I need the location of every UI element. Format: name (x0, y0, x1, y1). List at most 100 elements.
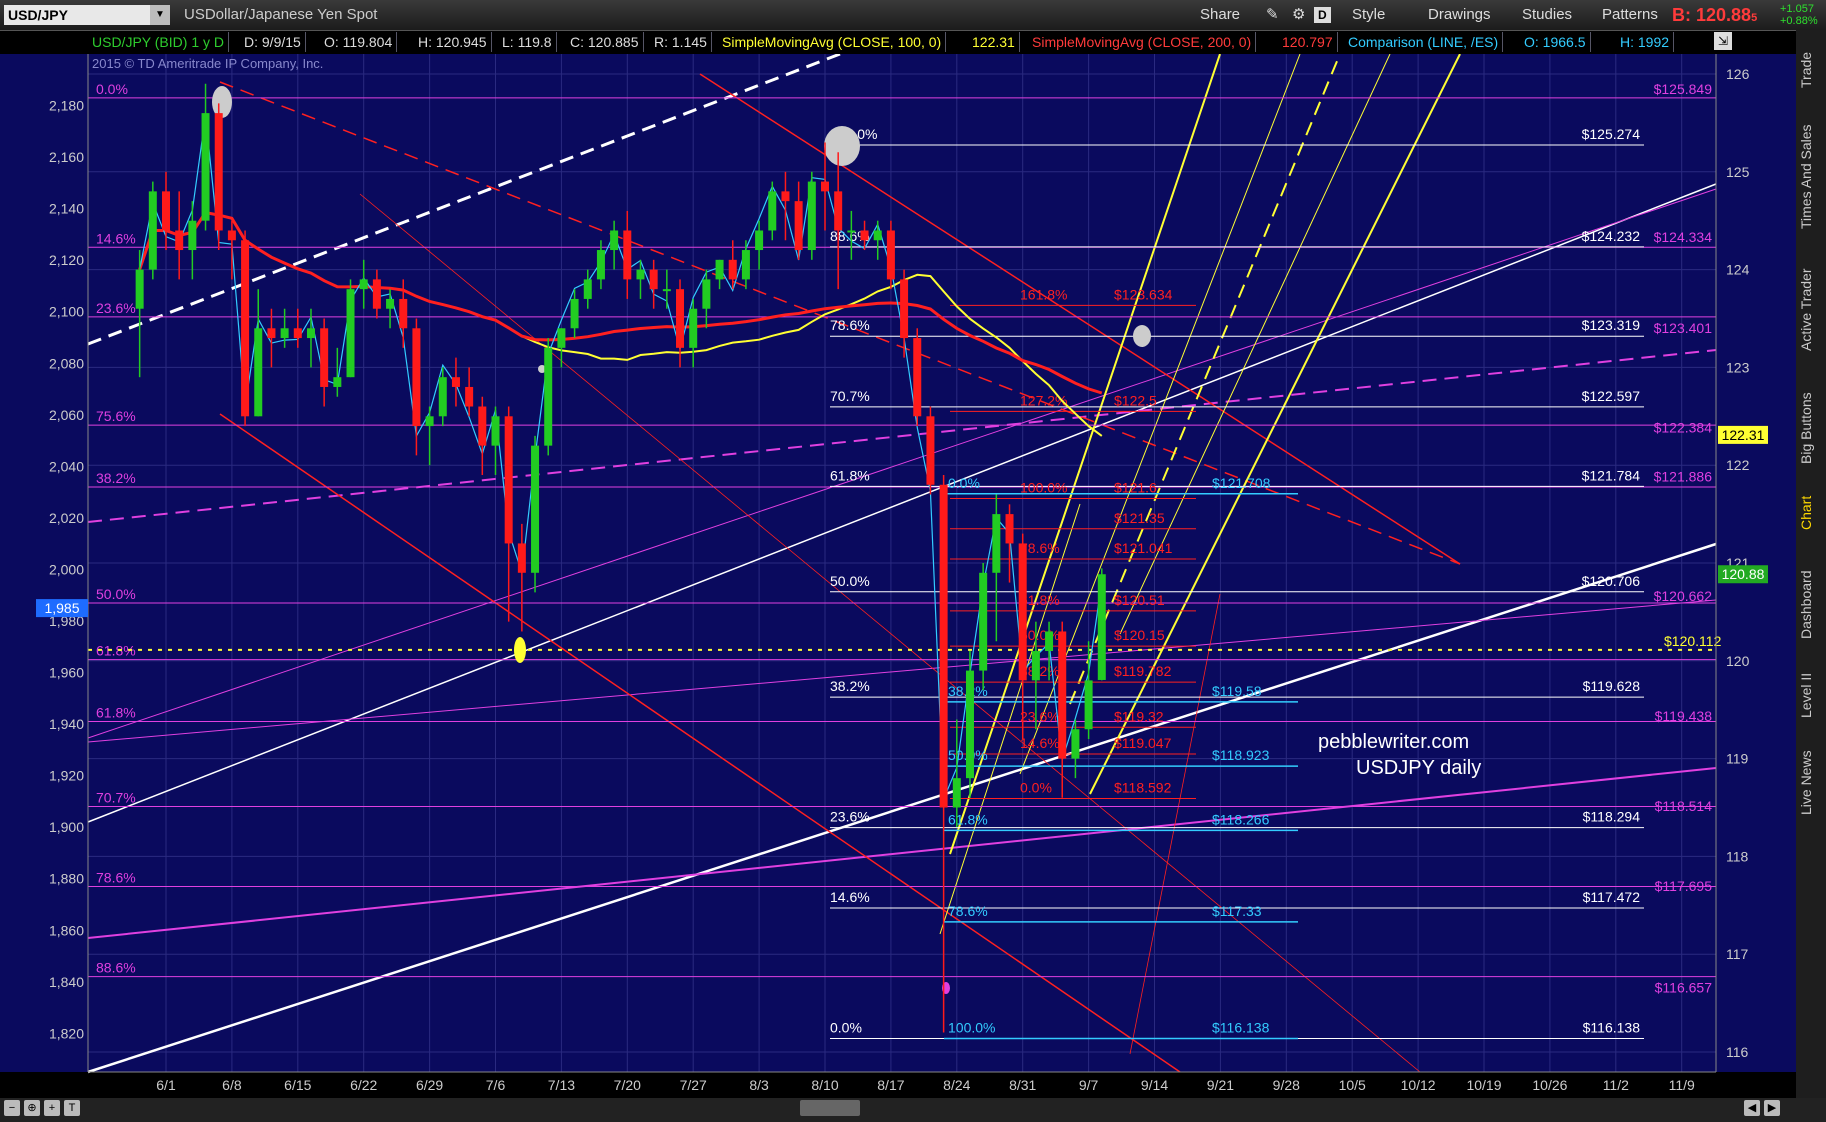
left-tick-label: 1,900 (49, 819, 84, 835)
patterns-button[interactable]: Patterns (1598, 4, 1662, 26)
candle-body (952, 778, 961, 808)
sma200-value: 120.797 (1278, 32, 1338, 52)
d-box-button[interactable]: D (1314, 7, 1331, 23)
candle-body (1058, 631, 1067, 759)
right-tick-label: 120 (1726, 653, 1750, 669)
left-tick-label: 2,020 (49, 510, 84, 526)
candle-body (623, 230, 632, 280)
candle-body (201, 113, 210, 221)
yellow-marker (514, 637, 526, 663)
candle-body (293, 328, 302, 339)
drawings-button[interactable]: Drawings (1424, 4, 1495, 26)
tab-big-buttons[interactable]: Big Buttons (1798, 378, 1824, 478)
x-tick-label: 8/31 (1009, 1077, 1036, 1093)
right-tick-label: 119 (1726, 751, 1749, 767)
magenta-fib-label: 23.6% (96, 300, 136, 316)
magenta-fib-label: 38.2% (96, 470, 136, 486)
x-tick-label: 9/21 (1207, 1077, 1234, 1093)
cyan-fib-price: $116.138 (1212, 1020, 1270, 1036)
x-tick-label: 7/27 (680, 1077, 707, 1093)
candle-body (768, 191, 777, 231)
red-fib-price: $121.041 (1114, 540, 1173, 556)
magenta-fib-label: 88.6% (96, 960, 136, 976)
tab-active-trader[interactable]: Active Trader (1798, 255, 1824, 365)
x-tick-label: 10/19 (1466, 1077, 1501, 1093)
peak-marker-aug (824, 126, 860, 166)
settings-icon[interactable]: ⚙ (1288, 4, 1309, 26)
candle-body (1031, 651, 1040, 681)
candle-body (992, 514, 1001, 573)
left-tick-label: 1,940 (49, 716, 84, 732)
tab-trade[interactable]: Trade (1798, 40, 1824, 100)
x-tick-label: 6/8 (222, 1077, 242, 1093)
candle-body (412, 328, 421, 427)
red-fib-price: $119.782 (1114, 663, 1172, 679)
scroll-right-icon[interactable]: ▶ (1764, 1100, 1780, 1116)
red-fib-price: $120.15 (1114, 627, 1165, 643)
candle-body (254, 328, 263, 417)
tab-live-news[interactable]: Live News (1798, 738, 1824, 828)
collapse-icon[interactable]: ⇲ (1714, 32, 1733, 50)
scroll-left-icon[interactable]: ◀ (1744, 1100, 1760, 1116)
patterns-label: Patterns (1602, 6, 1658, 23)
red-fib-pct: 23.6% (1020, 708, 1060, 724)
white-fib-pct: 14.6% (830, 889, 870, 905)
x-tick-label: 6/15 (284, 1077, 311, 1093)
tools-icon[interactable]: ✎ (1262, 4, 1283, 26)
comparison-open: O: 1966.5 (1520, 32, 1591, 52)
zoom-in-icon[interactable]: + (44, 1100, 60, 1116)
red-fib-price: $119.047 (1114, 735, 1172, 751)
x-tick-label: 8/24 (943, 1077, 970, 1093)
x-tick-label: 9/28 (1273, 1077, 1300, 1093)
white-fib-price: $117.472 (1583, 889, 1641, 905)
change-percent: +0.88% (1780, 15, 1818, 27)
white-fib-pct: 70.7% (830, 388, 870, 404)
tab-chart[interactable]: Chart (1798, 488, 1824, 538)
x-tick-label: 8/3 (749, 1077, 769, 1093)
symbol-input[interactable]: USD/JPY (4, 5, 164, 25)
red-fib-pct: 161.8% (1020, 286, 1067, 302)
tab-dashboard[interactable]: Dashboard (1798, 555, 1824, 655)
right-tick-label: 117 (1726, 946, 1749, 962)
candle-body (939, 484, 948, 808)
info-bar: USD/JPY (BID) 1 y D D: 9/9/15 O: 119.804… (88, 32, 1728, 52)
info-close: C: 120.885 (566, 32, 644, 52)
red-fib-price: $122.5 (1114, 392, 1157, 408)
candle-body (860, 230, 869, 241)
white-fib-pct: 50.0% (830, 573, 870, 589)
drawings-label: Drawings (1428, 6, 1491, 23)
zoom-fit-icon[interactable]: ⊕ (24, 1100, 40, 1116)
candle-body (504, 416, 513, 544)
symbol-dropdown-icon[interactable]: ▼ (150, 5, 170, 25)
tab-level-ii[interactable]: Level II (1798, 660, 1824, 730)
candle-body (227, 230, 236, 241)
x-tick-label: 8/10 (811, 1077, 838, 1093)
studies-label: Studies (1522, 6, 1573, 23)
candle-body (557, 328, 566, 348)
x-tick-label: 11/2 (1603, 1077, 1629, 1093)
scrollbar-thumb[interactable] (800, 1100, 860, 1116)
left-tick-label: 1,960 (49, 665, 84, 681)
candle-body (913, 338, 922, 417)
price-chart[interactable]: 0.0% 14.6% 23.6% 75.6% 38.2% 50.0% 61.8% 61.8% 7… (0, 54, 1796, 1098)
white-fib-pct: 61.8% (830, 467, 870, 483)
candle-body (570, 298, 579, 329)
share-button[interactable]: Share (1196, 4, 1244, 26)
magenta-price-label: $119.438 (1655, 708, 1713, 724)
x-tick-label: 10/26 (1532, 1077, 1567, 1093)
text-tool-icon[interactable]: T (64, 1100, 80, 1116)
info-low: L: 119.8 (498, 32, 557, 52)
zoom-out-icon[interactable]: − (4, 1100, 20, 1116)
candle-body (979, 572, 988, 671)
cyan-fib-pct: 78.6% (948, 903, 988, 919)
style-button[interactable]: Style (1348, 4, 1389, 26)
magenta-price-label: $118.514 (1655, 798, 1713, 814)
magenta-price-label: $125.849 (1654, 81, 1713, 97)
candle-body (1005, 514, 1014, 544)
candle-body (478, 406, 487, 446)
studies-button[interactable]: Studies (1518, 4, 1576, 26)
magenta-price-label: $124.334 (1654, 229, 1713, 245)
tab-times-and-sales[interactable]: Times And Sales (1798, 112, 1824, 242)
candle-body (689, 308, 698, 348)
bid-subdigit: 5 (1751, 12, 1758, 24)
